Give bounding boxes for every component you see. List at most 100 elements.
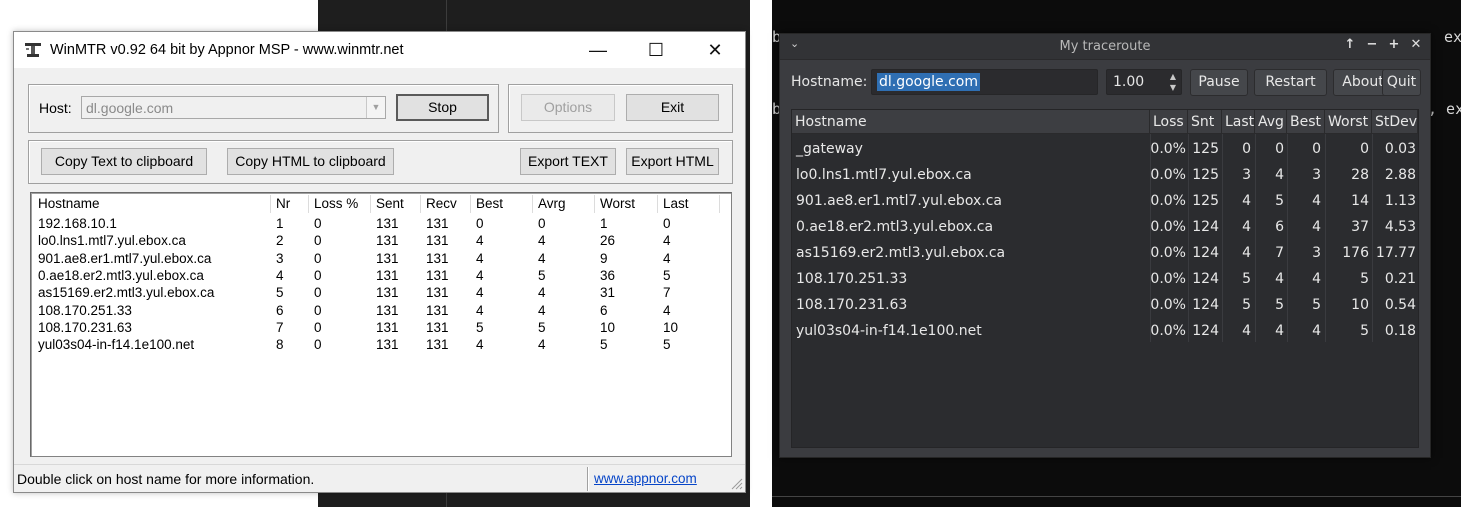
hostname-input[interactable]: dl.google.com — [871, 69, 1098, 95]
interval-spinbox[interactable]: 1.00 ▲ ▼ — [1106, 69, 1182, 95]
cell-avg: 7 — [1275, 245, 1284, 261]
resize-grip-icon[interactable] — [729, 476, 743, 490]
cell-hostname: 901.ae8.er1.mtl7.yul.ebox.ca — [38, 250, 212, 266]
cell-last: 4 — [1242, 219, 1251, 235]
spin-up-icon[interactable]: ▲ — [1168, 71, 1178, 82]
cell-avrg: 4 — [538, 302, 546, 318]
column-header-loss[interactable]: Loss % — [309, 195, 371, 213]
cell-loss: 0.0% — [1150, 167, 1186, 183]
column-header-worst[interactable]: Worst — [1325, 110, 1372, 134]
mtr-results-table[interactable]: Hostname Loss Snt Last Avg Best Worst St… — [791, 109, 1419, 448]
exit-button[interactable]: Exit — [626, 94, 719, 121]
minimize-icon[interactable]: — — [569, 32, 627, 68]
pause-button[interactable]: Pause — [1190, 69, 1248, 96]
cell-best: 4 — [1312, 323, 1321, 339]
close-icon[interactable]: ✕ — [686, 32, 744, 68]
cell-last: 4 — [663, 302, 671, 318]
host-label: Host: — [39, 100, 72, 116]
table-row[interactable]: 192.168.10.1 1 0 131 131 0 0 1 0 — [33, 215, 731, 233]
column-header-avg[interactable]: Avg — [1255, 110, 1287, 134]
copy-html-button[interactable]: Copy HTML to clipboard — [227, 148, 394, 175]
cell-snt: 124 — [1192, 323, 1219, 339]
mtr-titlebar[interactable]: ⌄ My traceroute ↑ − + ✕ — [780, 34, 1430, 60]
cell-recv: 131 — [426, 233, 449, 249]
column-header-best[interactable]: Best — [1287, 110, 1325, 134]
cell-worst: 10 — [600, 319, 616, 335]
terminal-text: , ex — [1428, 100, 1461, 118]
maximize-icon[interactable]: + — [1384, 37, 1404, 52]
maximize-icon[interactable]: ☐ — [627, 32, 685, 68]
cell-last: 4 — [663, 233, 671, 249]
copy-text-button[interactable]: Copy Text to clipboard — [41, 148, 207, 175]
export-text-button[interactable]: Export TEXT — [520, 148, 616, 175]
cell-sent: 131 — [376, 233, 399, 249]
cell-worst: 1 — [600, 216, 608, 231]
column-divider — [1372, 134, 1373, 342]
cell-hostname: as15169.er2.mtl3.yul.ebox.ca — [796, 245, 1006, 261]
terminal-border — [772, 496, 1461, 497]
cell-nr: 5 — [276, 285, 284, 301]
export-html-button[interactable]: Export HTML — [626, 148, 719, 175]
cell-recv: 131 — [426, 285, 449, 301]
column-header-nr[interactable]: Nr — [271, 195, 309, 213]
column-header-last[interactable]: Last — [1222, 110, 1255, 134]
status-bar: Double click on host name for more infor… — [14, 464, 745, 492]
appnor-link[interactable]: www.appnor.com — [594, 471, 697, 486]
cell-snt: 125 — [1192, 141, 1219, 157]
column-header-best[interactable]: Best — [471, 195, 533, 213]
cell-avrg: 0 — [538, 216, 546, 231]
column-header-avrg[interactable]: Avrg — [533, 195, 595, 213]
minimize-icon[interactable]: − — [1362, 37, 1382, 52]
table-row[interactable]: 108.170.251.33 6 0 131 131 4 4 6 4 — [33, 302, 731, 320]
column-header-sent[interactable]: Sent — [371, 195, 421, 213]
column-header-snt[interactable]: Snt — [1188, 110, 1222, 134]
column-header-recv[interactable]: Recv — [421, 195, 471, 213]
restart-button[interactable]: Restart — [1254, 69, 1327, 96]
column-header-stdev[interactable]: StDev — [1372, 110, 1418, 134]
chevron-down-icon[interactable]: ▼ — [366, 97, 385, 118]
table-row[interactable]: lo0.lns1.mtl7.yul.ebox.ca 2 0 131 131 4 4 26 4 — [33, 232, 731, 250]
quit-button[interactable]: Quit — [1382, 69, 1421, 96]
cell-worst: 10 — [1351, 297, 1369, 313]
cell-last: 0 — [1242, 141, 1251, 157]
cell-hostname: 108.170.251.33 — [796, 271, 908, 287]
cell-last: 4 — [663, 250, 671, 266]
winmtr-title: WinMTR v0.92 64 bit by Appnor MSP - www.… — [50, 42, 404, 58]
results-list[interactable]: Hostname Nr Loss % Sent Recv Best Avrg W… — [30, 192, 732, 457]
background-gap — [750, 0, 772, 507]
table-row[interactable]: as15169.er2.mtl3.yul.ebox.ca 5 0 131 131 4 4 31… — [33, 284, 731, 302]
cell-avrg: 5 — [538, 267, 546, 283]
stop-button[interactable]: Stop — [396, 94, 489, 121]
cell-last: 10 — [663, 319, 679, 335]
table-row[interactable]: 108.170.231.63 7 0 131 131 5 5 10 10 — [33, 319, 731, 337]
cell-recv: 131 — [426, 319, 449, 335]
spin-down-icon[interactable]: ▼ — [1168, 82, 1178, 93]
column-divider — [1222, 134, 1223, 342]
column-header-worst[interactable]: Worst — [595, 195, 658, 213]
cell-worst: 5 — [1360, 323, 1369, 339]
cell-best: 4 — [476, 337, 484, 353]
cell-worst: 176 — [1342, 245, 1369, 261]
cell-last: 0 — [663, 216, 671, 231]
mtr-window: ⌄ My traceroute ↑ − + ✕ Hostname: dl.goo… — [779, 33, 1431, 458]
cell-loss: 0 — [314, 319, 322, 335]
cell-sent: 131 — [376, 216, 399, 231]
column-header-loss[interactable]: Loss — [1150, 110, 1188, 134]
cell-avrg: 4 — [538, 250, 546, 266]
cell-loss: 0.0% — [1150, 271, 1186, 287]
table-row[interactable]: 901.ae8.er1.mtl7.yul.ebox.ca 3 0 131 131 4 4 9 4 — [33, 250, 731, 268]
cell-stdev: 0.21 — [1384, 271, 1416, 287]
winmtr-titlebar[interactable]: WinMTR v0.92 64 bit by Appnor MSP - www.… — [14, 32, 745, 68]
cell-loss: 0 — [314, 285, 322, 301]
keep-above-icon[interactable]: ↑ — [1340, 37, 1360, 52]
cell-sent: 131 — [376, 337, 399, 353]
column-header-hostname[interactable]: Hostname — [33, 195, 271, 213]
table-row[interactable]: yul03s04-in-f14.1e100.net 8 0 131 131 4 4 5 5 — [33, 336, 731, 354]
cell-stdev: 0.03 — [1384, 141, 1416, 157]
column-header-last[interactable]: Last — [658, 195, 720, 213]
column-header-hostname[interactable]: Hostname — [792, 110, 1150, 134]
close-icon[interactable]: ✕ — [1406, 37, 1426, 52]
options-button[interactable]: Options — [521, 94, 615, 121]
host-combobox[interactable]: dl.google.com ▼ — [81, 96, 386, 119]
table-row[interactable]: 0.ae18.er2.mtl3.yul.ebox.ca 4 0 131 131 4 5 36 5 — [33, 267, 731, 285]
